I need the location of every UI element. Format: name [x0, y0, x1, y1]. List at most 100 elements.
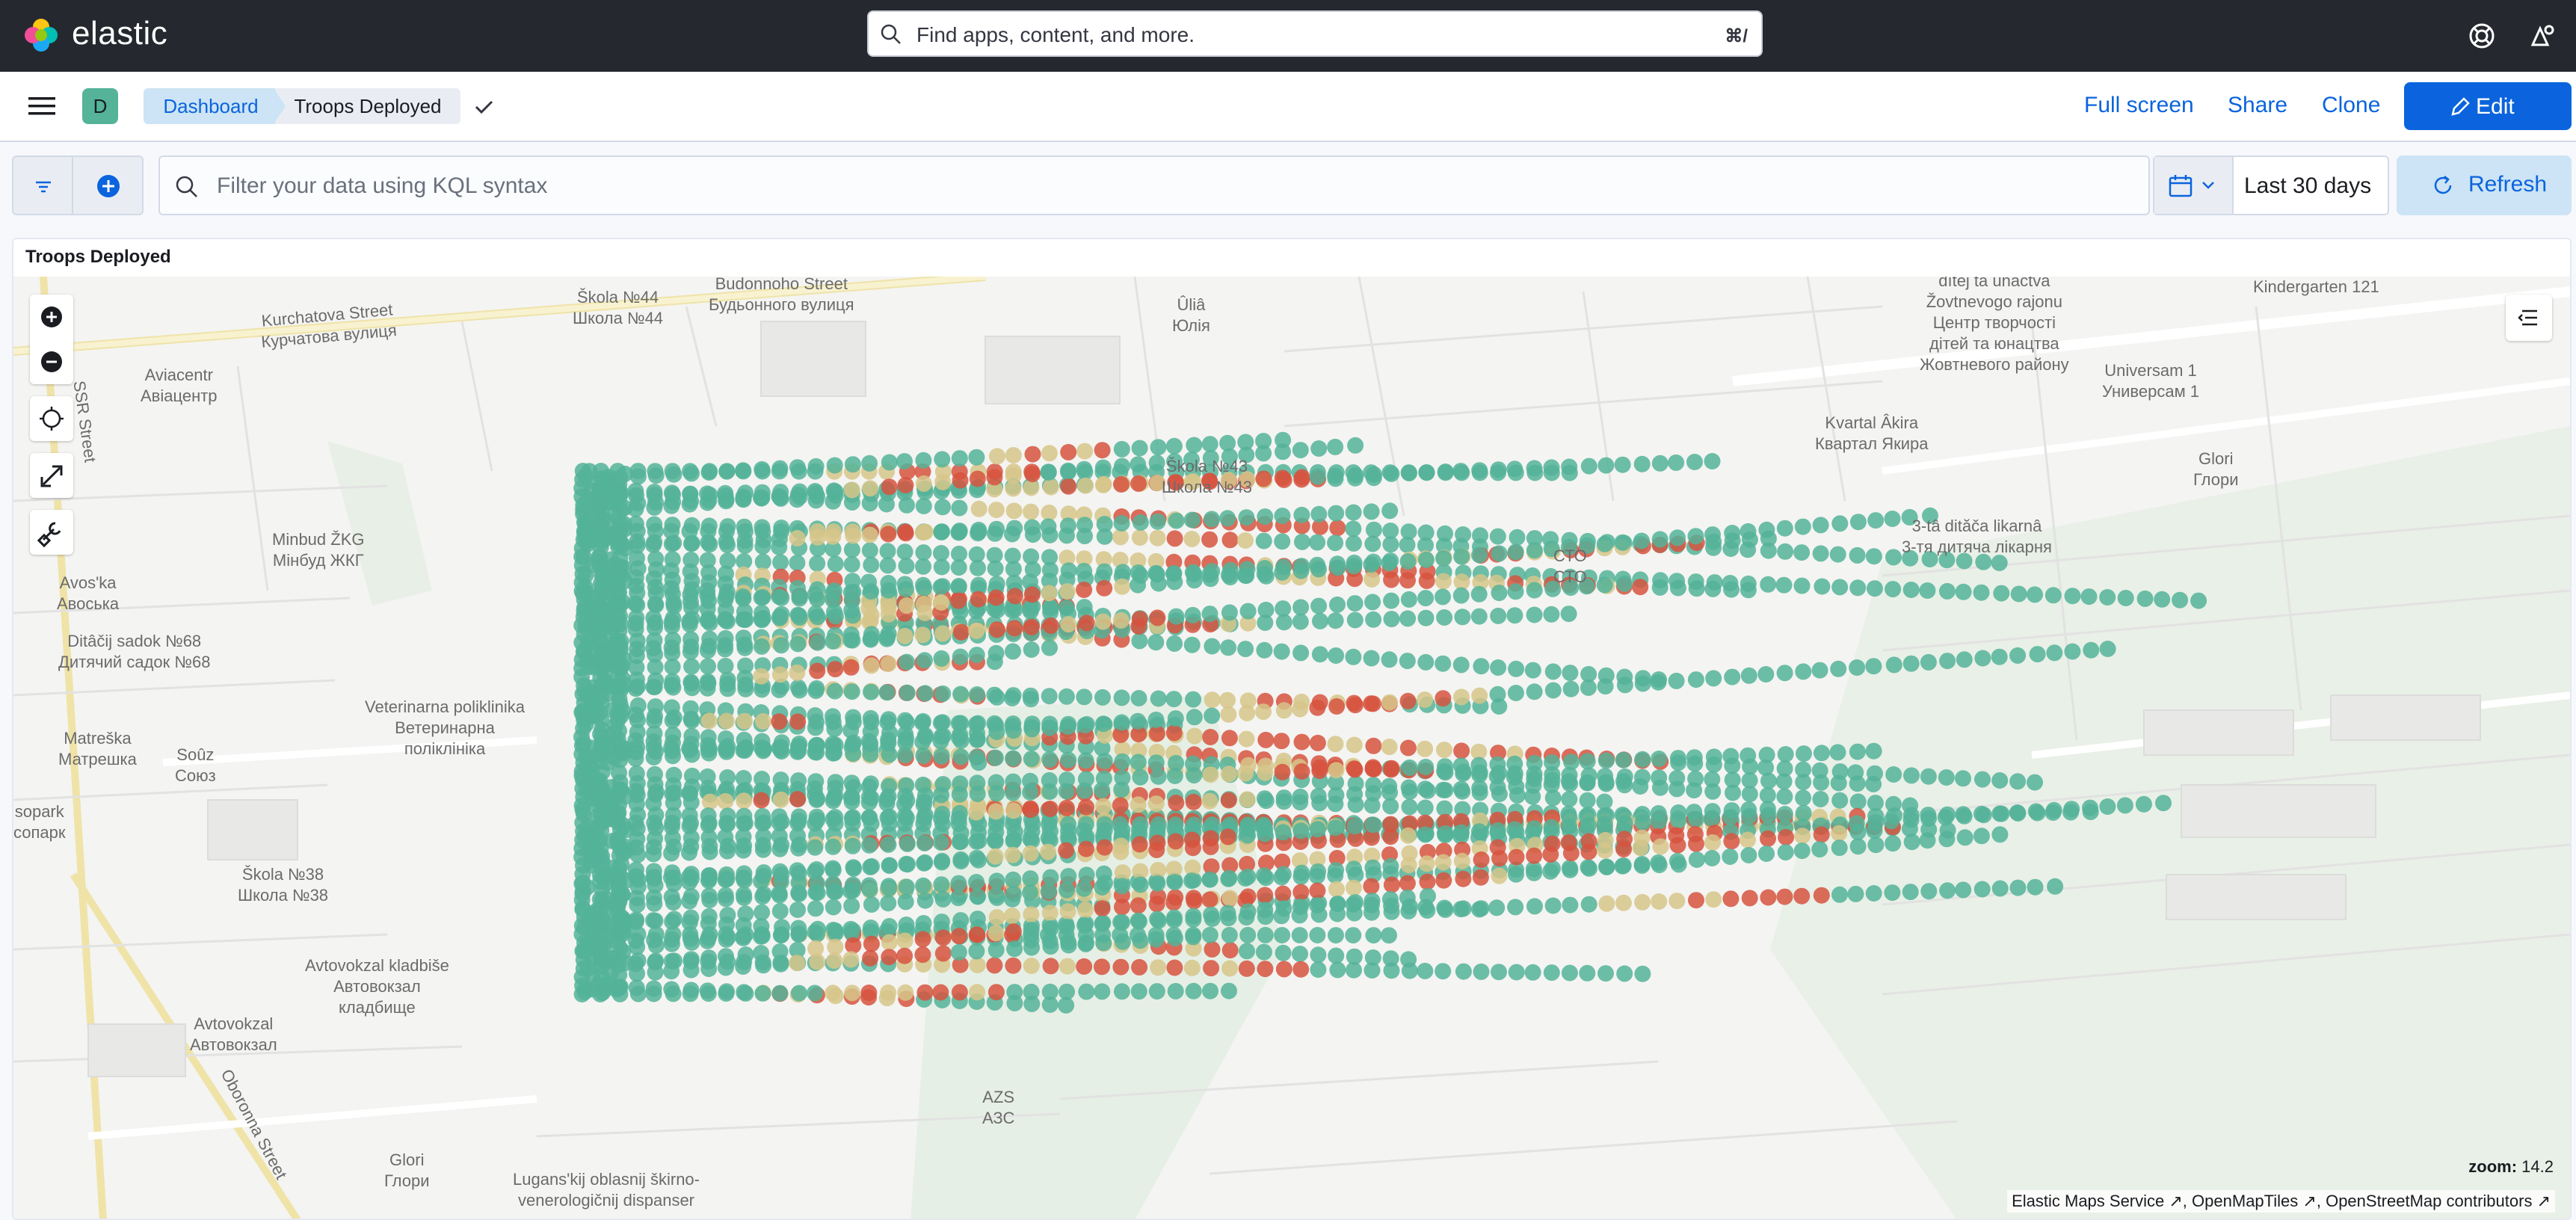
troop-dot [952, 851, 970, 868]
set-view-button[interactable] [30, 396, 73, 441]
troop-dot [1885, 549, 1902, 566]
attribution-ems-link[interactable]: Elastic Maps Service [2012, 1192, 2164, 1210]
troop-dot [1327, 736, 1344, 753]
troop-dot [1382, 857, 1399, 875]
troop-dot [2009, 879, 2027, 896]
troop-dot [1579, 774, 1596, 792]
help-icon[interactable] [2467, 21, 2497, 51]
share-button[interactable]: Share [2228, 93, 2287, 118]
troop-dot [1345, 504, 1362, 521]
zoom-in-button[interactable] [30, 295, 73, 339]
troop-dot [1473, 900, 1490, 917]
date-picker[interactable]: Last 30 days [2153, 155, 2389, 215]
zoom-label: zoom: [2468, 1157, 2518, 1176]
troop-dot [1381, 784, 1399, 801]
troop-dot [1202, 729, 1219, 745]
troop-dot [916, 685, 934, 702]
troop-dot [842, 920, 860, 937]
filter-options-button[interactable] [12, 155, 73, 215]
troop-dot [1201, 792, 1218, 810]
attribution-openmaptiles-link[interactable]: OpenMapTiles [2192, 1192, 2298, 1210]
app-name[interactable]: elastic [72, 15, 167, 52]
troop-dot [600, 677, 617, 694]
troop-dot [1309, 534, 1326, 551]
elastic-logo-icon[interactable] [22, 16, 60, 54]
troop-dot [699, 673, 716, 690]
troop-dot [969, 686, 985, 703]
troop-dot [1292, 899, 1309, 916]
troop-dot [574, 943, 591, 960]
troop-dot [896, 543, 913, 561]
troop-dot [809, 662, 826, 680]
troop-dot [1059, 718, 1076, 735]
quick-select-button[interactable] [2154, 157, 2234, 214]
troop-dot [789, 902, 806, 918]
troop-dot [1849, 546, 1866, 564]
troop-dot [1381, 651, 1398, 668]
troop-dot [1417, 759, 1435, 775]
troop-dot [1040, 843, 1057, 860]
news-feed-icon[interactable] [2527, 21, 2557, 51]
troop-dot [682, 643, 699, 660]
add-filter-button[interactable] [72, 155, 144, 215]
fullscreen-button[interactable]: Full screen [2084, 93, 2194, 118]
troop-dot [1885, 581, 1902, 598]
troop-dot [1418, 551, 1435, 568]
troop-dot [826, 457, 843, 474]
troop-dot [1524, 964, 1541, 981]
troop-dot [754, 985, 771, 1002]
troop-dot [1507, 583, 1524, 600]
troop-dot [1185, 928, 1202, 946]
attribution-osm-link[interactable]: OpenStreetMap contributors [2326, 1192, 2532, 1210]
troop-dot [950, 578, 967, 594]
troop-dot [579, 878, 596, 896]
troop-dot [1096, 516, 1113, 533]
troop-dot [1902, 884, 1919, 901]
troop-dot [987, 848, 1004, 865]
troop-dot [1005, 923, 1022, 940]
edit-button[interactable]: Edit [2404, 82, 2572, 130]
kql-query-input[interactable]: Filter your data using KQL syntax [158, 155, 2150, 215]
space-avatar[interactable]: D [82, 88, 118, 124]
troop-dot [1544, 754, 1561, 771]
check-icon[interactable] [472, 96, 495, 118]
troop-dot [1435, 655, 1452, 672]
map-label: Ûliâ Юлія [1172, 295, 1210, 335]
breadcrumb-dashboard[interactable]: Dashboard [144, 88, 278, 124]
troop-dot [580, 959, 597, 976]
troop-dot [933, 876, 950, 893]
troop-dot [585, 659, 602, 676]
troop-dot [789, 738, 807, 755]
layer-control-button[interactable] [2506, 295, 2552, 341]
troop-dot [1579, 792, 1596, 809]
troop-dot [755, 741, 772, 758]
troop-dot [1077, 935, 1094, 952]
troop-dot [1186, 572, 1203, 589]
global-search-input[interactable]: Find apps, content, and more. ⌘/ [867, 10, 1763, 57]
troop-dot [1005, 687, 1022, 704]
menu-icon[interactable] [28, 94, 55, 118]
expand-icon [40, 465, 63, 487]
troop-dot [844, 882, 861, 899]
zoom-out-button[interactable] [30, 339, 73, 384]
troop-dot [1453, 688, 1470, 706]
clone-button[interactable]: Clone [2322, 93, 2380, 118]
troop-dot [1309, 468, 1326, 485]
troop-dot [1920, 768, 1937, 785]
map-label: AZS АЗС [982, 1088, 1015, 1127]
troop-dot [950, 559, 967, 576]
troop-dot [1186, 893, 1203, 910]
troop-dot [1704, 834, 1721, 851]
map-canvas[interactable]: Škola №44 Школа №44 Budonnoho Street Будьо… [13, 277, 2570, 1219]
troop-dot [1005, 957, 1022, 974]
troop-dot [899, 835, 916, 852]
troop-dot [1634, 675, 1651, 692]
troop-dot [735, 929, 752, 946]
fit-to-data-button[interactable] [30, 453, 73, 498]
troop-dot [807, 839, 824, 856]
troop-dot [1059, 881, 1075, 899]
date-range-text[interactable]: Last 30 days [2244, 173, 2371, 199]
refresh-button[interactable]: Refresh [2397, 155, 2572, 215]
draw-tools-button[interactable] [30, 510, 73, 555]
troop-dot [1165, 724, 1183, 742]
